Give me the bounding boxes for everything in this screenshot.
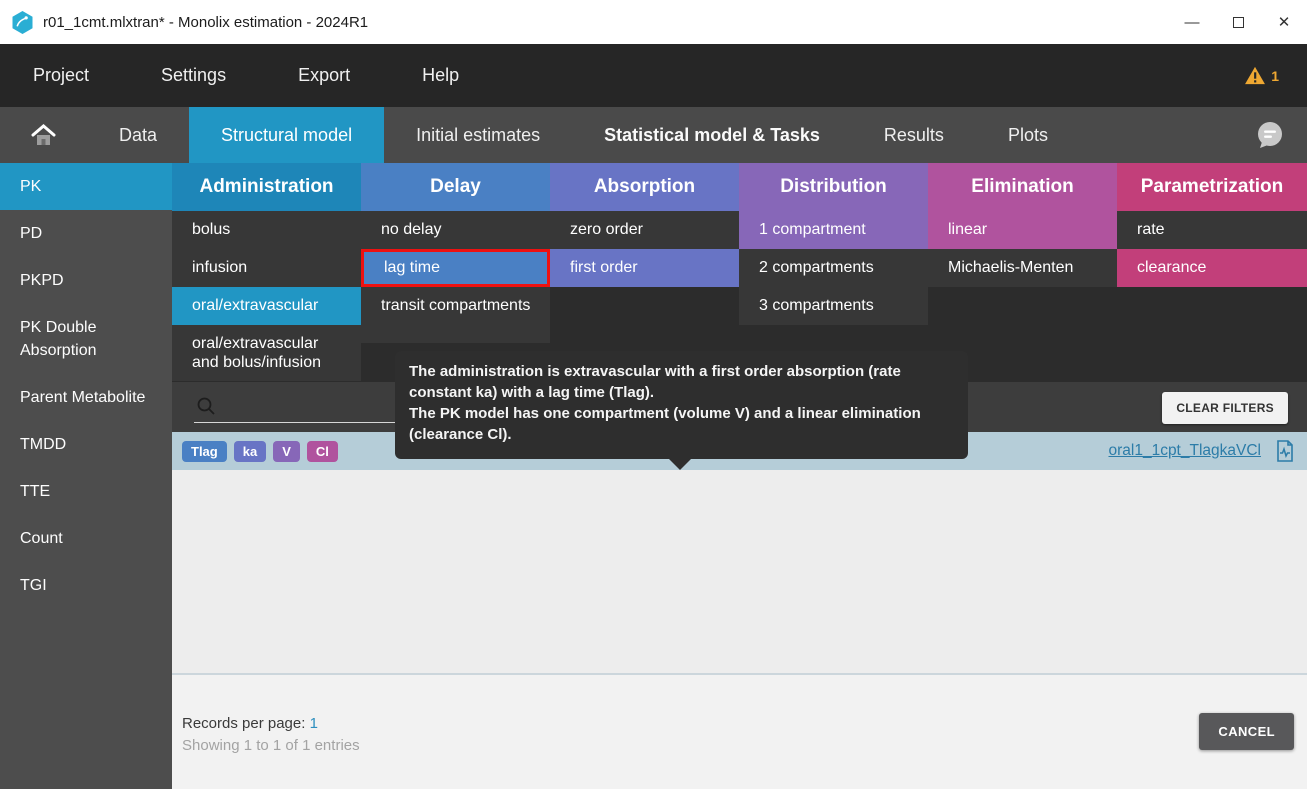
- sidebar-item-tgi[interactable]: TGI: [0, 562, 172, 609]
- chat-bubble-icon: [1255, 120, 1285, 150]
- column-header-delay: Delay: [361, 163, 550, 211]
- maximize-icon: [1233, 17, 1244, 28]
- option-oral-extravascular[interactable]: oral/extravascular: [172, 287, 361, 325]
- option-zero-order[interactable]: zero order: [550, 211, 739, 249]
- warning-icon: [1244, 66, 1266, 85]
- window-title: r01_1cmt.mlxtran* - Monolix estimation -…: [43, 14, 368, 31]
- warning-indicator[interactable]: 1: [1244, 66, 1279, 85]
- option-2-compartments[interactable]: 2 compartments: [739, 249, 928, 287]
- parameter-badge-tlag: Tlag: [182, 441, 227, 462]
- parameter-badge-ka: ka: [234, 441, 266, 462]
- monolix-app-icon: [10, 10, 35, 35]
- close-button[interactable]: ✕: [1261, 0, 1307, 44]
- parameter-badge-v: V: [273, 441, 300, 462]
- sidebar-item-tte[interactable]: TTE: [0, 468, 172, 515]
- home-icon: [30, 123, 57, 148]
- maximize-button[interactable]: [1215, 0, 1261, 44]
- monolix-window: r01_1cmt.mlxtran* - Monolix estimation -…: [0, 0, 1307, 789]
- option-1-compartment[interactable]: 1 compartment: [739, 211, 928, 249]
- tooltip-line-1: The administration is extravascular with…: [409, 361, 952, 403]
- option-first-order[interactable]: first order: [550, 249, 739, 287]
- option-lag-time[interactable]: lag time: [361, 249, 550, 287]
- minimize-button[interactable]: —: [1169, 0, 1215, 44]
- column-header-distribution: Distribution: [739, 163, 928, 211]
- model-library-sidebar: PK PD PKPD PK Double Absorption Parent M…: [0, 163, 172, 789]
- title-bar: r01_1cmt.mlxtran* - Monolix estimation -…: [0, 0, 1307, 44]
- records-per-page: Records per page: 1: [182, 715, 318, 732]
- menu-help[interactable]: Help: [412, 65, 469, 86]
- option-clearance[interactable]: clearance: [1117, 249, 1307, 287]
- menu-settings[interactable]: Settings: [151, 65, 236, 86]
- tab-data[interactable]: Data: [87, 107, 189, 163]
- sidebar-item-tmdd[interactable]: TMDD: [0, 421, 172, 468]
- parameter-badge-cl: Cl: [307, 441, 338, 462]
- model-selection-grid: Administration bolus infusion oral/extra…: [172, 163, 1307, 382]
- tab-structural-model[interactable]: Structural model: [189, 107, 384, 163]
- column-header-elimination: Elimination: [928, 163, 1117, 211]
- column-absorption: Absorption zero order first order: [550, 163, 739, 382]
- sidebar-item-parent-metabolite[interactable]: Parent Metabolite: [0, 374, 172, 421]
- option-michaelis-menten[interactable]: Michaelis-Menten: [928, 249, 1117, 287]
- model-description-tooltip: The administration is extravascular with…: [395, 351, 968, 459]
- tab-results[interactable]: Results: [852, 107, 976, 163]
- column-distribution: Distribution 1 compartment 2 compartment…: [739, 163, 928, 382]
- option-3-compartments[interactable]: 3 compartments: [739, 287, 928, 325]
- column-elimination: Elimination linear Michaelis-Menten: [928, 163, 1117, 382]
- option-transit-compartments[interactable]: transit compartments: [361, 287, 550, 343]
- column-header-absorption: Absorption: [550, 163, 739, 211]
- tab-home[interactable]: [0, 107, 87, 163]
- sidebar-item-pd[interactable]: PD: [0, 210, 172, 257]
- feedback-button[interactable]: [1255, 107, 1285, 163]
- tab-statistical-model-tasks[interactable]: Statistical model & Tasks: [572, 107, 852, 163]
- tab-plots[interactable]: Plots: [976, 107, 1080, 163]
- model-file-link[interactable]: oral1_1cpt_TlagkaVCl: [1108, 442, 1261, 460]
- structural-model-panel: Administration bolus infusion oral/extra…: [172, 163, 1307, 789]
- warning-count: 1: [1271, 68, 1279, 84]
- sidebar-item-pkpd[interactable]: PKPD: [0, 257, 172, 304]
- option-oral-extravascular-and-bolus-infusion[interactable]: oral/extravascular and bolus/infusion: [172, 325, 361, 381]
- cancel-button[interactable]: CANCEL: [1199, 713, 1294, 750]
- sidebar-item-pk-double-absorption[interactable]: PK Double Absorption: [0, 304, 172, 374]
- records-per-page-value[interactable]: 1: [310, 715, 318, 732]
- search-icon: [196, 396, 216, 416]
- option-bolus[interactable]: bolus: [172, 211, 361, 249]
- tooltip-line-2: The PK model has one compartment (volume…: [409, 403, 952, 445]
- load-model-icon[interactable]: [1275, 440, 1295, 462]
- results-empty-area: [172, 470, 1307, 673]
- menu-project[interactable]: Project: [23, 65, 99, 86]
- sidebar-item-pk[interactable]: PK: [0, 163, 172, 210]
- main-tab-bar: Data Structural model Initial estimates …: [0, 107, 1307, 163]
- menu-bar: Project Settings Export Help 1: [0, 44, 1307, 107]
- showing-entries-text: Showing 1 to 1 of 1 entries: [182, 737, 360, 754]
- column-delay: Delay no delay lag time transit compartm…: [361, 163, 550, 382]
- tab-initial-estimates[interactable]: Initial estimates: [384, 107, 572, 163]
- column-header-parametrization: Parametrization: [1117, 163, 1307, 211]
- column-header-administration: Administration: [172, 163, 361, 211]
- menu-export[interactable]: Export: [288, 65, 360, 86]
- column-administration: Administration bolus infusion oral/extra…: [172, 163, 361, 382]
- option-no-delay[interactable]: no delay: [361, 211, 550, 249]
- option-infusion[interactable]: infusion: [172, 249, 361, 287]
- column-parametrization: Parametrization rate clearance: [1117, 163, 1307, 382]
- tooltip-caret: [668, 458, 692, 470]
- footer-bar: Records per page: 1 Showing 1 to 1 of 1 …: [172, 673, 1307, 789]
- option-linear[interactable]: linear: [928, 211, 1117, 249]
- clear-filters-button[interactable]: CLEAR FILTERS: [1162, 392, 1288, 424]
- sidebar-item-count[interactable]: Count: [0, 515, 172, 562]
- option-rate[interactable]: rate: [1117, 211, 1307, 249]
